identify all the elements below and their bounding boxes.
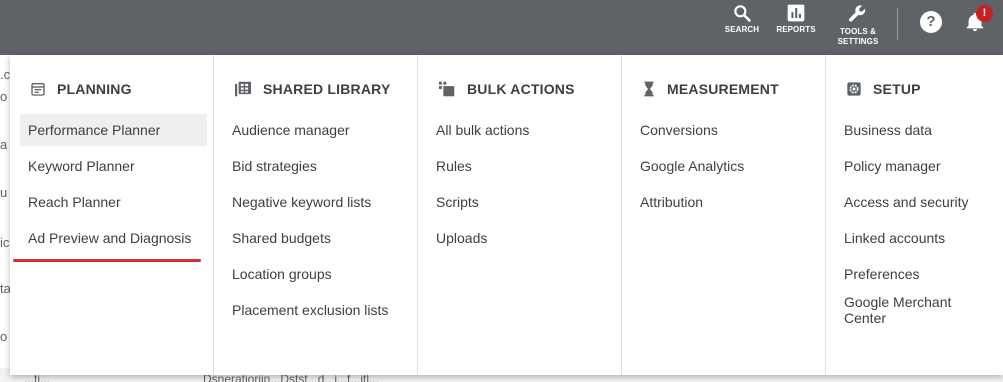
top-navigation-bar: SEARCH REPORTS TOOLS & SETTINGS ? ! (0, 0, 1003, 55)
tools-settings-button[interactable]: TOOLS & SETTINGS (832, 3, 884, 47)
menu-item-attribution[interactable]: Attribution (632, 186, 819, 218)
calendar-icon (31, 83, 45, 96)
menu-item-keyword-planner[interactable]: Keyword Planner (20, 150, 207, 182)
reports-button[interactable]: REPORTS (775, 3, 817, 35)
menu-item-rules[interactable]: Rules (428, 150, 615, 182)
menu-item-policy-manager[interactable]: Policy manager (836, 150, 997, 182)
search-icon (734, 5, 751, 22)
menu-column-shared-library: SHARED LIBRARY Audience manager Bid stra… (214, 55, 418, 375)
help-icon[interactable]: ? (920, 11, 942, 33)
highlight-underline (13, 259, 201, 262)
menu-item-google-merchant-center[interactable]: Google Merchant Center (836, 294, 997, 332)
menu-item-reach-planner[interactable]: Reach Planner (20, 186, 207, 218)
toolbar-divider (897, 8, 898, 40)
menu-item-scripts[interactable]: Scripts (428, 186, 615, 218)
library-grid-icon (235, 81, 251, 97)
column-header: PLANNING (30, 80, 132, 98)
bg-fragment: u (0, 185, 8, 200)
reports-label: REPORTS (776, 25, 816, 34)
search-button[interactable]: SEARCH (724, 3, 760, 35)
bg-fragment: o (0, 89, 8, 104)
bg-fragment: ic (0, 235, 10, 250)
menu-item-preferences[interactable]: Preferences (836, 258, 997, 290)
menu-item-audience-manager[interactable]: Audience manager (224, 114, 411, 146)
copy-stack-icon (439, 81, 455, 97)
column-header: BULK ACTIONS (438, 80, 575, 98)
menu-item-bid-strategies[interactable]: Bid strategies (224, 150, 411, 182)
bg-fragment: .c (0, 67, 11, 82)
column-title: SETUP (873, 81, 921, 97)
bg-fragment: o (0, 329, 8, 344)
menu-item-location-groups[interactable]: Location groups (224, 258, 411, 290)
menu-item-conversions[interactable]: Conversions (632, 114, 819, 146)
search-label: SEARCH (724, 25, 760, 34)
reports-icon (787, 4, 805, 22)
menu-item-shared-budgets[interactable]: Shared budgets (224, 222, 411, 254)
column-title: BULK ACTIONS (467, 81, 575, 97)
menu-item-ad-preview-diagnosis[interactable]: Ad Preview and Diagnosis (20, 222, 207, 254)
menu-column-measurement: MEASUREMENT Conversions Google Analytics… (622, 55, 826, 375)
tools-settings-menu: PLANNING Performance Planner Keyword Pla… (10, 55, 1003, 375)
column-header: SHARED LIBRARY (234, 80, 391, 98)
menu-column-setup: SETUP Business data Policy manager Acces… (826, 55, 1003, 375)
column-header: SETUP (846, 80, 921, 98)
tools-settings-label: TOOLS & SETTINGS (837, 27, 879, 46)
hourglass-icon (644, 81, 654, 97)
menu-item-access-and-security[interactable]: Access and security (836, 186, 997, 218)
menu-item-business-data[interactable]: Business data (836, 114, 997, 146)
menu-item-google-analytics[interactable]: Google Analytics (632, 150, 819, 182)
menu-item-linked-accounts[interactable]: Linked accounts (836, 222, 997, 254)
wrench-icon (849, 5, 866, 22)
menu-item-all-bulk-actions[interactable]: All bulk actions (428, 114, 615, 146)
menu-item-negative-keyword-lists[interactable]: Negative keyword lists (224, 186, 411, 218)
menu-item-uploads[interactable]: Uploads (428, 222, 615, 254)
column-title: SHARED LIBRARY (263, 81, 391, 97)
menu-column-planning: PLANNING Performance Planner Keyword Pla… (10, 55, 214, 375)
menu-column-bulk-actions: BULK ACTIONS All bulk actions Rules Scri… (418, 55, 622, 375)
column-title: PLANNING (57, 81, 132, 97)
column-title: MEASUREMENT (667, 81, 779, 97)
settings-gear-icon (847, 82, 861, 96)
column-header: MEASUREMENT (642, 80, 779, 98)
notification-badge: ! (976, 5, 993, 22)
menu-item-performance-planner[interactable]: Performance Planner (20, 114, 207, 146)
bg-fragment: a (0, 137, 8, 152)
menu-item-placement-exclusion-lists[interactable]: Placement exclusion lists (224, 294, 411, 326)
